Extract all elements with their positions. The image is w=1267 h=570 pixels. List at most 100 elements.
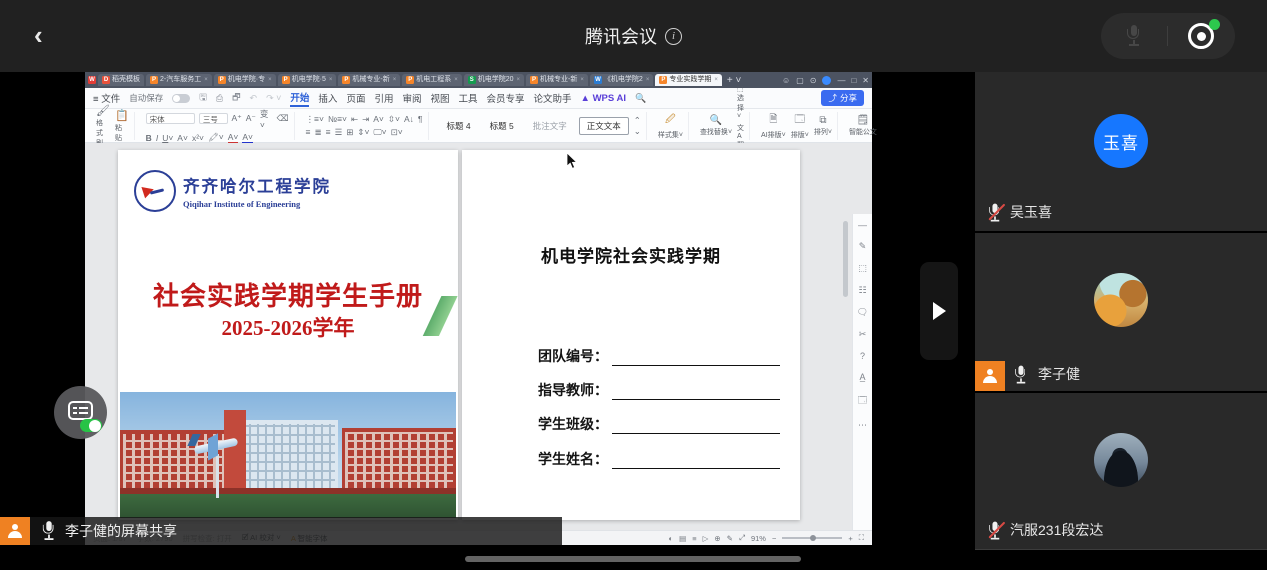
meeting-info-icon[interactable]: i xyxy=(665,28,682,45)
shrink-font-icon[interactable]: A⁻ xyxy=(246,113,256,124)
read-mode-icon[interactable]: ▷ xyxy=(703,534,709,543)
font-tool-icon[interactable]: A̲ xyxy=(859,372,865,382)
chat-floating-button[interactable] xyxy=(54,386,107,439)
style-heading5[interactable]: 标题 5 xyxy=(483,118,521,134)
sticker-icon[interactable]: 🗔 xyxy=(858,393,868,409)
assistant-icon[interactable]: ☺ xyxy=(782,76,790,85)
doc-tab[interactable]: P机电工程系× xyxy=(402,74,462,86)
font-size-select[interactable]: 三号 xyxy=(199,113,228,124)
outline-view-icon[interactable]: ≡ xyxy=(692,534,696,543)
expand-panel-button[interactable] xyxy=(920,262,958,360)
line-spacing-icon[interactable]: ⇕˅ xyxy=(357,127,369,138)
menu-paper-helper[interactable]: 论文助手 xyxy=(534,91,572,105)
document-canvas[interactable]: 齐齐哈尔工程学院 Qiqihar Institute of Engineerin… xyxy=(85,143,872,530)
marks-icon[interactable]: ¶ xyxy=(418,114,423,124)
paste-button[interactable]: 📋粘贴 xyxy=(115,109,129,143)
menu-page[interactable]: 页面 xyxy=(346,91,365,105)
shapes-icon[interactable]: ✂ xyxy=(859,329,867,340)
zoom-in-icon[interactable]: + xyxy=(848,534,852,543)
align-center-icon[interactable]: ≣ xyxy=(315,127,322,138)
style-comment-text[interactable]: 批注文字 xyxy=(526,118,574,134)
style-body-text[interactable]: 正文文本 xyxy=(579,117,629,135)
zoom-slider[interactable] xyxy=(782,537,842,539)
doc-tab[interactable]: P机电学院·5× xyxy=(278,74,337,86)
align-right-icon[interactable]: ≡ xyxy=(326,127,331,137)
share-document-button[interactable]: ⤴ 分享 xyxy=(821,90,864,106)
arrange-button[interactable]: ⧉排列˅ xyxy=(814,115,832,137)
font-name-select[interactable]: 宋体 xyxy=(146,113,195,124)
outdent-icon[interactable]: ⇤ xyxy=(351,114,358,125)
pen-annotate-icon[interactable]: ✎ xyxy=(859,241,867,252)
participant-tile[interactable]: 玉喜 吴玉喜 xyxy=(975,72,1267,231)
workspace-icon[interactable]: ▢ xyxy=(796,76,804,85)
active-doc-tab[interactable]: P专业实践学期× xyxy=(655,74,722,86)
account-avatar[interactable] xyxy=(822,76,831,85)
theme-icon[interactable]: ◐ xyxy=(669,534,674,543)
zoom-level[interactable]: 91% xyxy=(751,534,766,543)
menu-insert[interactable]: 插入 xyxy=(318,91,337,105)
save-icon[interactable]: 🖫 xyxy=(199,90,207,106)
participant-tile[interactable]: 李子健 xyxy=(975,233,1267,391)
print-icon[interactable]: ⎙ xyxy=(216,93,223,104)
undo-icon[interactable]: ↶ xyxy=(250,93,258,104)
sync-icon[interactable]: ⊙ xyxy=(810,76,817,85)
number-list-icon[interactable]: №≡˅ xyxy=(328,114,347,124)
bullet-list-icon[interactable]: ⋮≡˅ xyxy=(306,114,324,125)
fullscreen-icon[interactable]: ⛶ xyxy=(859,533,864,543)
doc-tab[interactable]: P机电学院·专× xyxy=(214,74,276,86)
menu-member[interactable]: 会员专享 xyxy=(487,91,525,105)
underline-icon[interactable]: U˅ xyxy=(162,133,173,143)
record-button[interactable] xyxy=(1168,23,1234,49)
menu-view[interactable]: 视图 xyxy=(430,91,449,105)
search-icon[interactable]: 🔍 xyxy=(635,93,646,104)
char-scale-icon[interactable]: A˅ xyxy=(373,114,384,124)
doc-tab[interactable]: P机械专业-新× xyxy=(526,74,588,86)
justify-icon[interactable]: ☰ xyxy=(335,127,343,138)
border-icon[interactable]: ⊡˅ xyxy=(391,127,403,138)
close-button[interactable]: ✕ xyxy=(862,76,869,85)
distribute-icon[interactable]: ⊞ xyxy=(346,127,353,138)
sort-icon[interactable]: A↓ xyxy=(404,114,414,124)
shading-icon[interactable]: 🖵˅ xyxy=(373,127,386,138)
ai-layout-button[interactable]: 🗎AI排版˅ xyxy=(761,112,786,140)
autosave-toggle[interactable] xyxy=(172,94,190,103)
comment-icon[interactable]: 🗨 xyxy=(857,307,868,318)
participant-tile[interactable]: 汽服231段宏达 xyxy=(975,393,1267,550)
style-gallery-scroll[interactable]: ⌃⌄ xyxy=(634,115,641,137)
layout-button[interactable]: 🗔排版˅ xyxy=(791,112,809,140)
select-button[interactable]: ⬚ 选择˅ xyxy=(737,85,744,120)
char-shading-icon[interactable]: A˅ xyxy=(242,132,253,144)
clear-format-icon[interactable]: ⌫ xyxy=(276,113,288,124)
smart-doc-button[interactable]: 🗒智能公文 xyxy=(849,115,877,137)
sheet-tab[interactable]: S机电学院20× xyxy=(464,74,524,86)
menu-reference[interactable]: 引用 xyxy=(374,91,393,105)
bold-icon[interactable]: B xyxy=(146,133,152,143)
web-view-icon[interactable]: ⊕ xyxy=(714,534,720,543)
word-tab[interactable]: W《机电学院2× xyxy=(590,74,653,86)
style-heading4[interactable]: 标题 4 xyxy=(440,118,478,134)
menu-home[interactable]: 开始 xyxy=(290,90,309,107)
redo-icon[interactable]: ↷ ˅ xyxy=(266,93,281,104)
indent-icon[interactable]: ⇥ xyxy=(362,114,369,125)
highlight-icon[interactable]: 🖍˅ xyxy=(208,132,224,143)
export-icon[interactable]: 🗗 xyxy=(232,90,240,106)
menu-review[interactable]: 审阅 xyxy=(402,91,421,105)
minimize-button[interactable]: — xyxy=(837,76,845,85)
tab-docer[interactable]: D稻壳模板 xyxy=(98,74,144,86)
menu-wps-ai[interactable]: ▲ WPS AI xyxy=(581,93,626,104)
more-tools-icon[interactable]: ⋯ xyxy=(858,420,867,431)
text-effects-icon[interactable]: 变˅ xyxy=(260,108,273,130)
maximize-button[interactable]: □ xyxy=(851,76,856,85)
grow-font-icon[interactable]: A⁺ xyxy=(232,113,242,124)
select-tool-icon[interactable]: ⬚ xyxy=(858,263,867,274)
doc-tab[interactable]: P2-汽车服务工× xyxy=(146,74,212,86)
italic-icon[interactable]: I xyxy=(156,133,158,143)
horizontal-scrollbar[interactable] xyxy=(465,556,801,562)
menu-tools[interactable]: 工具 xyxy=(459,91,478,105)
align-left-icon[interactable]: ≡ xyxy=(306,127,311,137)
fit-page-icon[interactable]: ⤢ xyxy=(739,533,745,543)
superscript-icon[interactable]: x²˅ xyxy=(192,133,204,143)
vertical-scrollbar[interactable] xyxy=(843,221,848,297)
spacing-icon[interactable]: ⇳˅ xyxy=(388,114,400,125)
page-view-icon[interactable]: ▤ xyxy=(679,534,686,543)
